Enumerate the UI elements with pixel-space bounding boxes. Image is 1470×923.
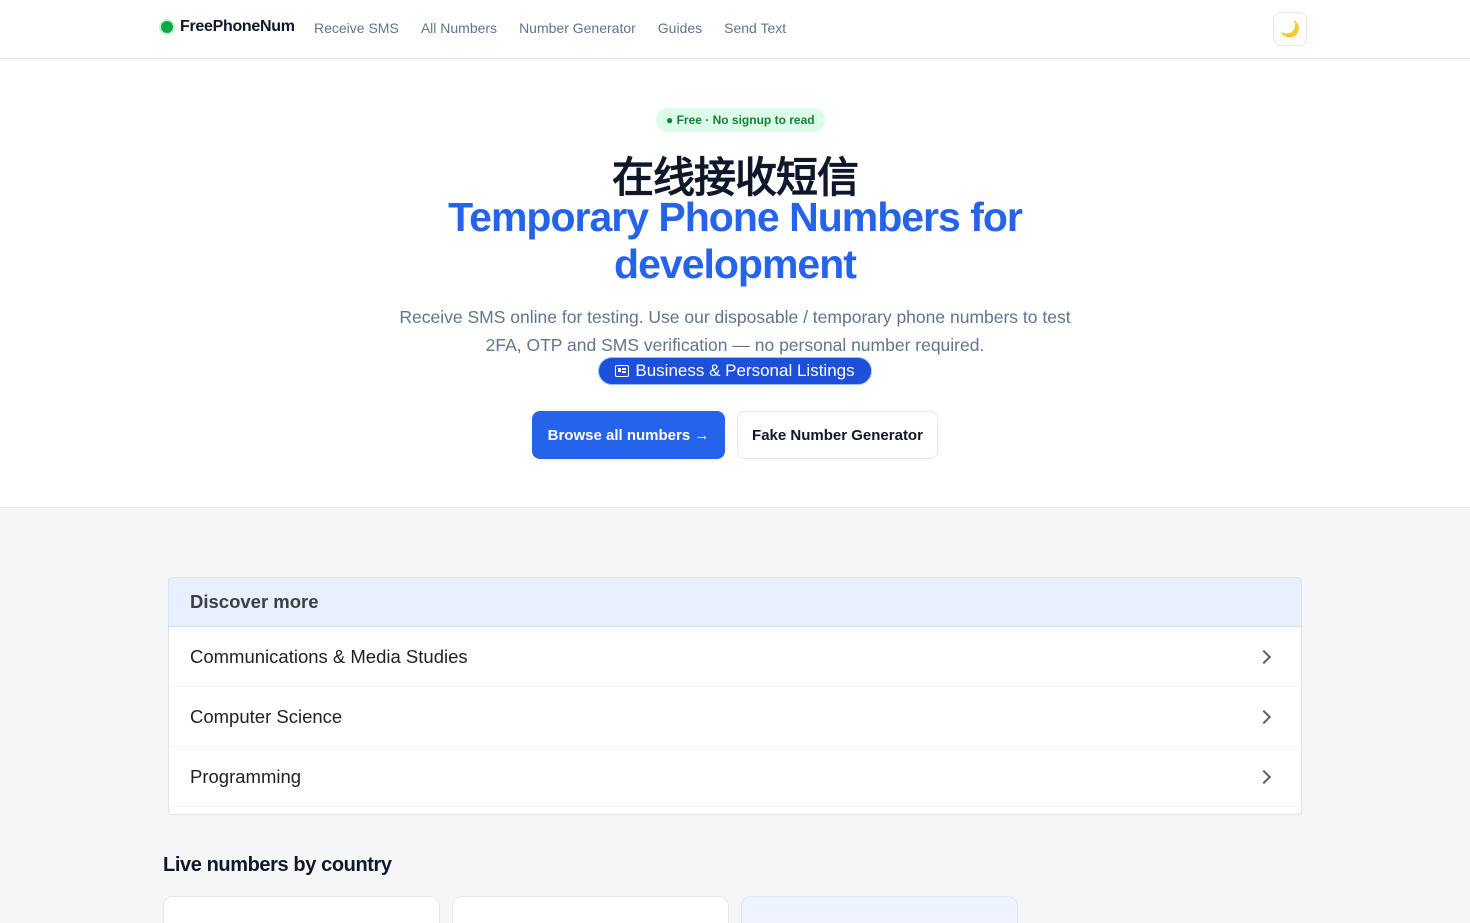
discover-item[interactable]: Programming: [169, 747, 1301, 807]
live-numbers-heading: Live numbers by country: [163, 854, 392, 876]
main-nav: Receive SMS All Numbers Number Generator…: [314, 20, 786, 36]
browse-numbers-button[interactable]: Browse all numbers →: [532, 411, 725, 459]
nav-receive-sms[interactable]: Receive SMS: [314, 20, 399, 36]
discover-heading: Discover more: [169, 578, 1301, 627]
moon-icon: 🌙: [1280, 21, 1300, 38]
site-header: FreePhoneNum Receive SMS All Numbers Num…: [0, 0, 1470, 59]
fake-number-generator-button[interactable]: Fake Number Generator: [737, 411, 938, 459]
chevron-right-icon: [1256, 649, 1272, 664]
nav-guides[interactable]: Guides: [658, 20, 702, 36]
chevron-right-icon: [1256, 709, 1272, 724]
content-section: Discover more Communications & Media Stu…: [0, 508, 1470, 923]
status-dot-icon: [161, 21, 173, 33]
discover-item[interactable]: Communications & Media Studies: [169, 627, 1301, 687]
brand-name: FreePhoneNum: [180, 18, 295, 35]
country-card[interactable]: [452, 896, 729, 923]
discover-more-panel: Discover more Communications & Media Stu…: [168, 577, 1302, 815]
country-card[interactable]: [741, 896, 1018, 923]
discover-item[interactable]: Computer Science: [169, 687, 1301, 747]
brand-logo[interactable]: FreePhoneNum: [161, 18, 295, 36]
country-card[interactable]: [163, 896, 440, 923]
discover-item-label: Programming: [190, 765, 302, 787]
hero-section: ● Free · No signup to read 在线接收短信 Tempor…: [0, 59, 1470, 508]
id-card-icon: [615, 365, 630, 377]
hero-subtitle: Receive SMS online for testing. Use our …: [399, 307, 1071, 355]
discover-item-label: Computer Science: [190, 705, 343, 727]
chevron-right-icon: [1256, 769, 1272, 784]
hero-title: Temporary Phone Numbers for development: [448, 194, 1023, 287]
theme-toggle-button[interactable]: 🌙: [1273, 12, 1307, 46]
free-badge: ● Free · No signup to read: [656, 108, 825, 132]
nav-send-text[interactable]: Send Text: [724, 20, 786, 36]
discover-item-label: Communications & Media Studies: [190, 645, 468, 667]
listing-label: Business & Personal Listings: [635, 361, 855, 380]
business-listings-link[interactable]: Business & Personal Listings: [598, 357, 872, 385]
nav-all-numbers[interactable]: All Numbers: [421, 20, 497, 36]
nav-number-generator[interactable]: Number Generator: [519, 20, 636, 36]
